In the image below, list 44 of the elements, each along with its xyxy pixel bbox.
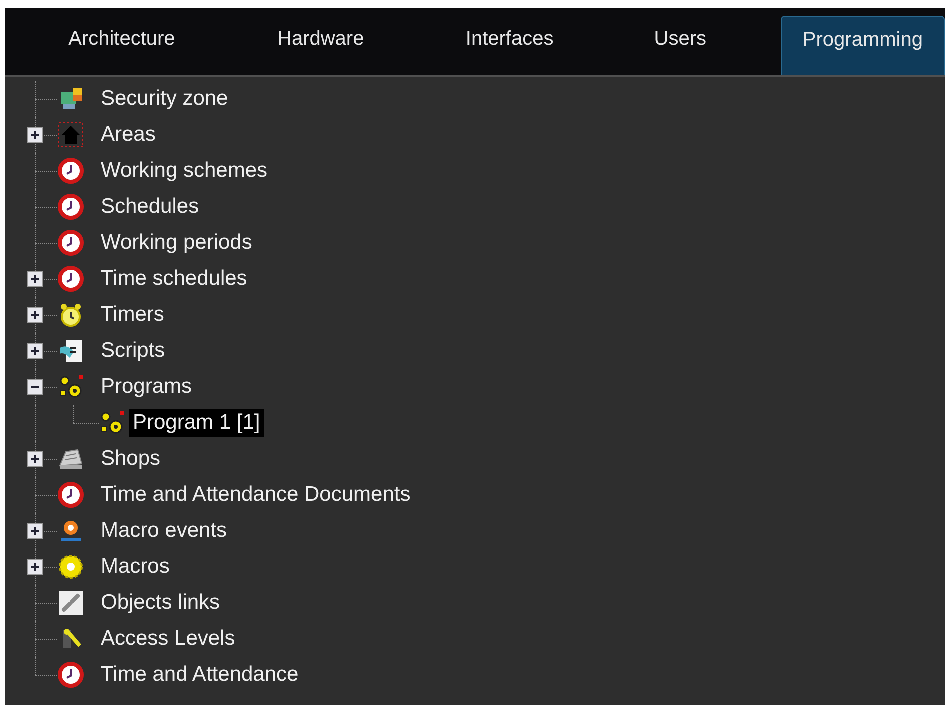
gears-icon — [99, 410, 125, 436]
tree-item[interactable]: Time and Attendance — [97, 661, 303, 689]
alarm-clock-icon — [58, 302, 84, 328]
expander[interactable] — [27, 271, 43, 287]
expander[interactable] — [27, 127, 43, 143]
clock-icon — [58, 662, 84, 688]
tab[interactable]: Users — [596, 16, 764, 75]
expander[interactable] — [27, 379, 43, 395]
clock-icon — [58, 158, 84, 184]
expander[interactable] — [27, 307, 43, 323]
window-icon — [58, 86, 84, 112]
tree-item[interactable]: Time schedules — [97, 265, 252, 293]
tree-item[interactable]: Macro events — [97, 517, 232, 545]
clock-icon — [58, 482, 84, 508]
tab[interactable]: Architecture — [25, 16, 219, 75]
house-icon — [58, 122, 84, 148]
tree-item[interactable]: Timers — [97, 301, 168, 329]
tree-item[interactable]: Macros — [97, 553, 174, 581]
clock-icon — [58, 266, 84, 292]
tree-item[interactable]: Programs — [97, 373, 196, 401]
tree-item[interactable]: Access Levels — [97, 625, 240, 653]
tree-item[interactable]: Scripts — [97, 337, 170, 365]
tab[interactable]: Programming — [780, 16, 945, 75]
tree-item[interactable]: Program 1 [1] — [129, 409, 264, 437]
gears-icon — [58, 374, 84, 400]
tree-item[interactable]: Shops — [97, 445, 165, 473]
tree-item[interactable]: Working periods — [97, 229, 256, 257]
tree-item[interactable]: Working schemes — [97, 157, 272, 185]
tree-item[interactable]: Security zone — [97, 85, 232, 113]
expander[interactable] — [27, 559, 43, 575]
tree-item[interactable]: Objects links — [97, 589, 224, 617]
tab[interactable]: Hardware — [218, 16, 423, 75]
tab[interactable]: Interfaces — [422, 16, 597, 75]
gear-icon — [58, 554, 84, 580]
clock-icon — [58, 230, 84, 256]
expander[interactable] — [27, 451, 43, 467]
document-icon — [58, 338, 84, 364]
tree-item[interactable]: Schedules — [97, 193, 204, 221]
expander[interactable] — [27, 343, 43, 359]
clock-icon — [58, 194, 84, 220]
gear-icon — [58, 518, 84, 544]
expander[interactable] — [27, 523, 43, 539]
tree-item[interactable]: Areas — [97, 121, 160, 149]
tree-item[interactable]: Time and Attendance Documents — [97, 481, 415, 509]
